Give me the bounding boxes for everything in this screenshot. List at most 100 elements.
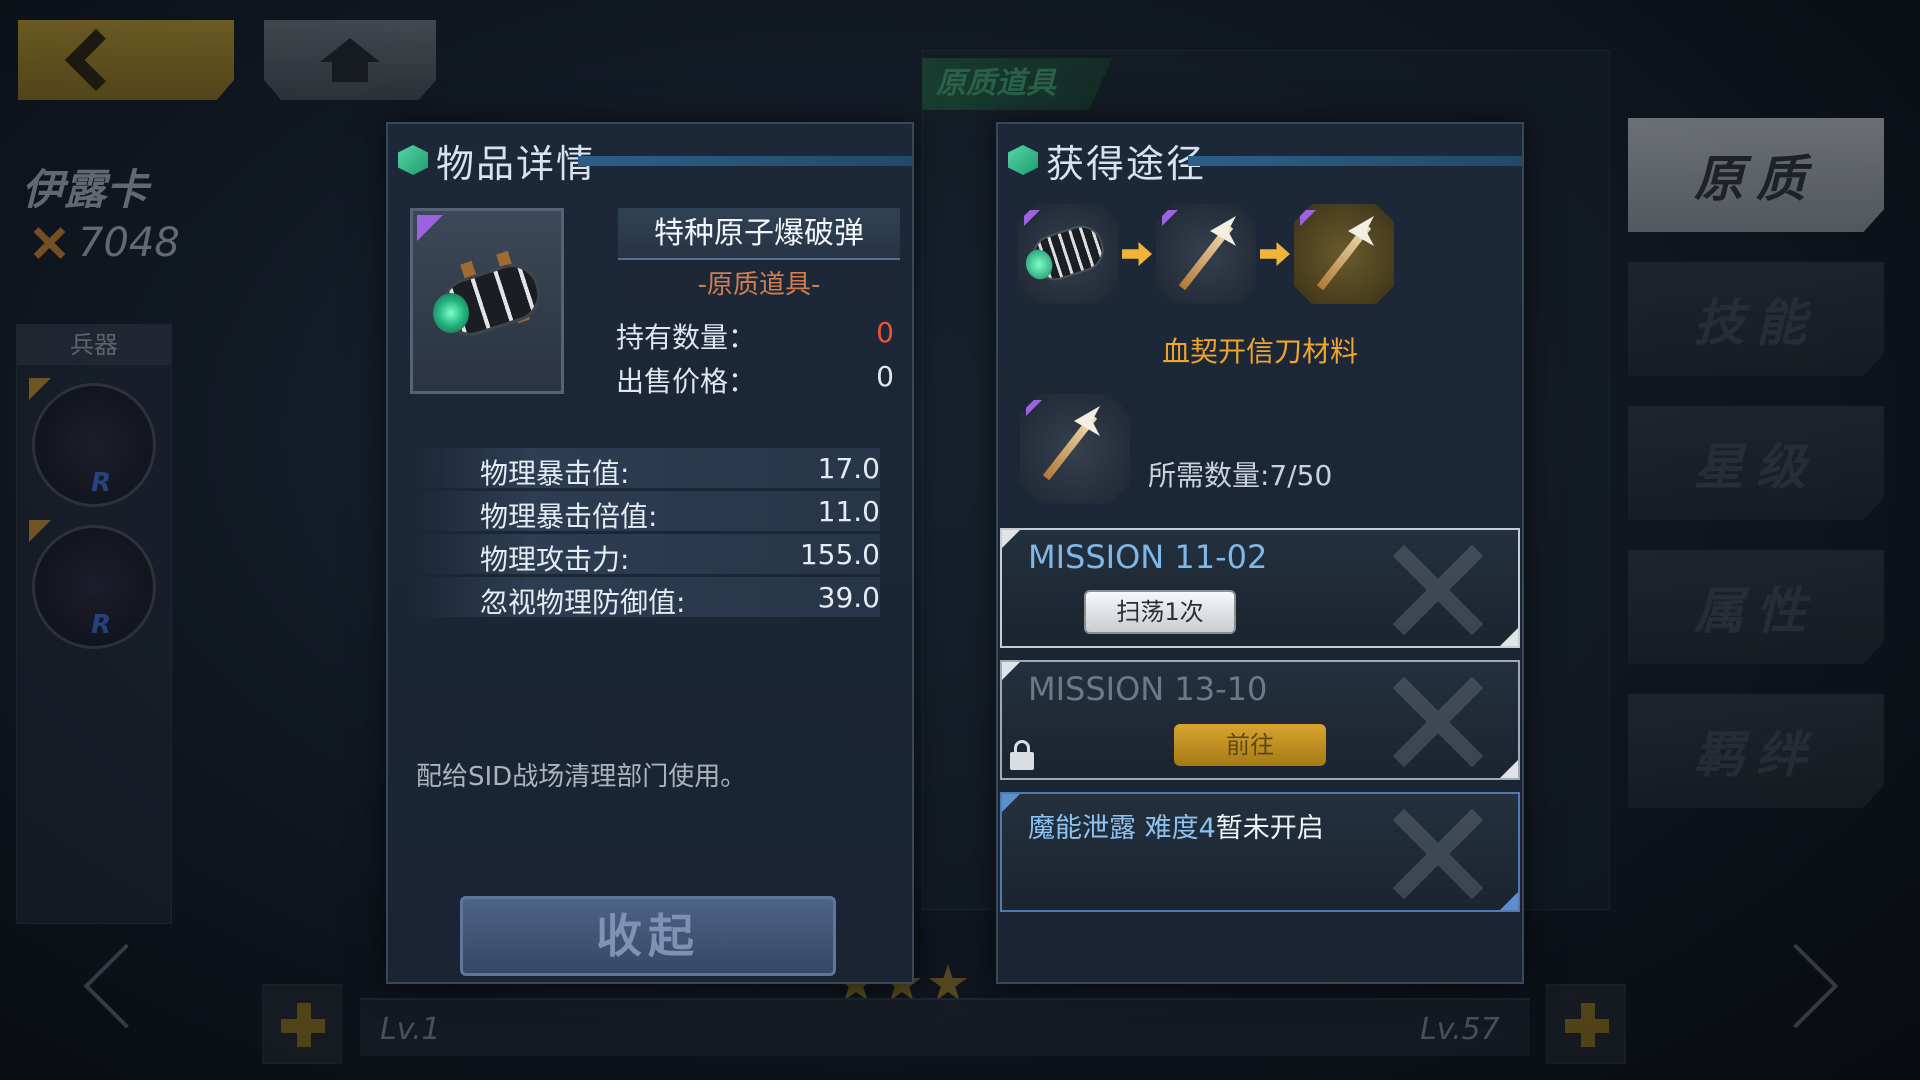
event-status: 暂未开启 (1215, 813, 1324, 844)
weapon-slot[interactable]: R (29, 520, 156, 649)
chain-item-spear[interactable] (1156, 204, 1256, 304)
stat-label: 物理攻击力: (480, 543, 630, 576)
slot-corner-icon (29, 378, 51, 400)
tab-skill[interactable]: 技能 (1628, 262, 1884, 376)
next-character-icon[interactable] (1753, 943, 1839, 1029)
lock-icon (1010, 740, 1034, 770)
home-icon (320, 38, 380, 82)
corner-mark (1002, 662, 1020, 680)
mission-title: MISSION 13-10 (1028, 670, 1268, 708)
corner-mark (1002, 794, 1020, 812)
stat-value: 155.0 (799, 538, 880, 571)
weapon-slot[interactable]: R (29, 378, 156, 507)
mission-title: MISSION 11-02 (1028, 538, 1268, 576)
stat-row: 物理暴击倍值: 11.0 (410, 491, 880, 533)
stat-value: 39.0 (817, 581, 880, 614)
sweep-button[interactable]: 扫荡1次 (1084, 590, 1236, 634)
required-item[interactable] (1020, 394, 1130, 504)
weapon-grade: R (90, 468, 111, 498)
stat-value: 11.0 (817, 495, 880, 528)
weapon-grade: R (90, 610, 111, 640)
prev-character-icon[interactable] (83, 943, 169, 1029)
crossed-swords-icon (30, 224, 68, 262)
item-name: 特种原子爆破弹 (618, 208, 900, 260)
item-description: 配给SID战场清理部门使用。 (416, 762, 747, 792)
item-detail-dialog: 物品详情 特种原子爆破弹 -原质道具- 持有数量： 0 出售价格： 0 物理暴击… (386, 122, 914, 984)
mission-entry-locked[interactable]: MISSION 13-10 前往 (1000, 660, 1520, 780)
stat-label: 物理暴击值: (480, 457, 630, 490)
weapon-panel: 兵器 R R (16, 324, 172, 924)
required-count: 所需数量:7/50 (1148, 459, 1333, 492)
chevron-left-icon (64, 28, 128, 92)
screen: 伊露卡 7048 兵器 R R 原质道具 原质 技能 星级 属性 羁绊 Lv.1… (0, 0, 1920, 1080)
event-title: 魔能泄露 难度4暂未开启 (1028, 806, 1324, 845)
crossed-swords-watermark-icon (1384, 538, 1488, 642)
level-right: Lv.57 (1420, 1012, 1500, 1047)
event-entry[interactable]: 魔能泄露 难度4暂未开启 (1000, 792, 1520, 912)
mission-entry[interactable]: MISSION 11-02 扫荡1次 (1000, 528, 1520, 648)
stat-label: 忽视物理防御值: (480, 586, 686, 619)
tab-attribute[interactable]: 属性 (1628, 550, 1884, 664)
stat-row: 物理攻击力: 155.0 (410, 534, 880, 576)
crossed-swords-watermark-icon (1384, 802, 1488, 906)
power-value: 7048 (78, 220, 180, 266)
corner-mark (1500, 628, 1518, 646)
collapse-button[interactable]: 收起 (460, 896, 836, 976)
dialog-title: 物品详情 (436, 141, 597, 186)
tab-essence[interactable]: 原质 (1628, 118, 1884, 232)
level-left: Lv.1 (380, 1012, 441, 1047)
hexagon-icon (1008, 145, 1038, 175)
background-tab: 原质道具 (922, 58, 1112, 110)
header-bar (1188, 156, 1522, 166)
crossed-swords-watermark-icon (1384, 670, 1488, 774)
owned-count: 持有数量： 0 (616, 316, 906, 356)
tab-star[interactable]: 星级 (1628, 406, 1884, 520)
item-type: -原质道具- (618, 264, 900, 306)
home-button[interactable] (264, 20, 436, 100)
slot-corner-icon (29, 520, 51, 542)
lock-body (1010, 752, 1034, 770)
corner-mark (1500, 892, 1518, 910)
bomb-cap (433, 293, 469, 333)
price-value: 0 (876, 360, 894, 393)
atomic-bomb-icon (1026, 220, 1110, 286)
item-icon-frame (410, 208, 564, 394)
arrow-right-icon (1122, 242, 1152, 266)
rarity-corner-icon (1162, 210, 1178, 226)
dialog-title: 获得途径 (1046, 141, 1207, 186)
chain-item-bomb[interactable] (1018, 204, 1118, 304)
rarity-corner-icon (417, 215, 443, 241)
chain-label: 血契开信刀材料 (1161, 335, 1358, 368)
stat-value: 17.0 (817, 452, 880, 485)
chain-item-spear-gold[interactable] (1294, 204, 1394, 304)
character-power: 7048 (30, 220, 180, 266)
add-right-button[interactable] (1546, 984, 1626, 1064)
side-tabs: 原质 技能 星级 属性 羁绊 (1628, 118, 1884, 838)
header-bar (578, 156, 912, 166)
add-left-button[interactable] (262, 984, 342, 1064)
craft-chain (1018, 204, 1394, 304)
atomic-bomb-icon (431, 250, 549, 344)
owned-value: 0 (876, 316, 894, 349)
bottom-level-bar (360, 998, 1530, 1056)
event-difficulty: 难度4 (1144, 813, 1216, 844)
stat-label: 物理暴击倍值: (480, 500, 658, 533)
goto-button[interactable]: 前往 (1174, 724, 1326, 766)
rarity-corner-icon (1300, 210, 1316, 226)
dialog-header: 获得途径 (998, 138, 1522, 186)
back-button[interactable] (18, 20, 234, 100)
price-label: 出售价格： (616, 365, 757, 398)
character-name: 伊露卡 (22, 165, 149, 214)
event-name: 魔能泄露 (1028, 813, 1136, 844)
weapon-panel-title: 兵器 (17, 325, 171, 365)
dialog-header: 物品详情 (388, 138, 912, 186)
stat-row: 物理暴击值: 17.0 (410, 448, 880, 490)
sell-price: 出售价格： 0 (616, 360, 906, 400)
stat-row: 忽视物理防御值: 39.0 (410, 577, 880, 619)
owned-label: 持有数量： (616, 321, 757, 354)
rarity-corner-icon (1024, 210, 1040, 226)
tab-bond[interactable]: 羁绊 (1628, 694, 1884, 808)
obtain-path-dialog: 获得途径 血契开信刀材料 所需数量:7/50 MISSION 11-02 扫荡1… (996, 122, 1524, 984)
arrow-right-icon (1260, 242, 1290, 266)
corner-mark (1500, 760, 1518, 778)
